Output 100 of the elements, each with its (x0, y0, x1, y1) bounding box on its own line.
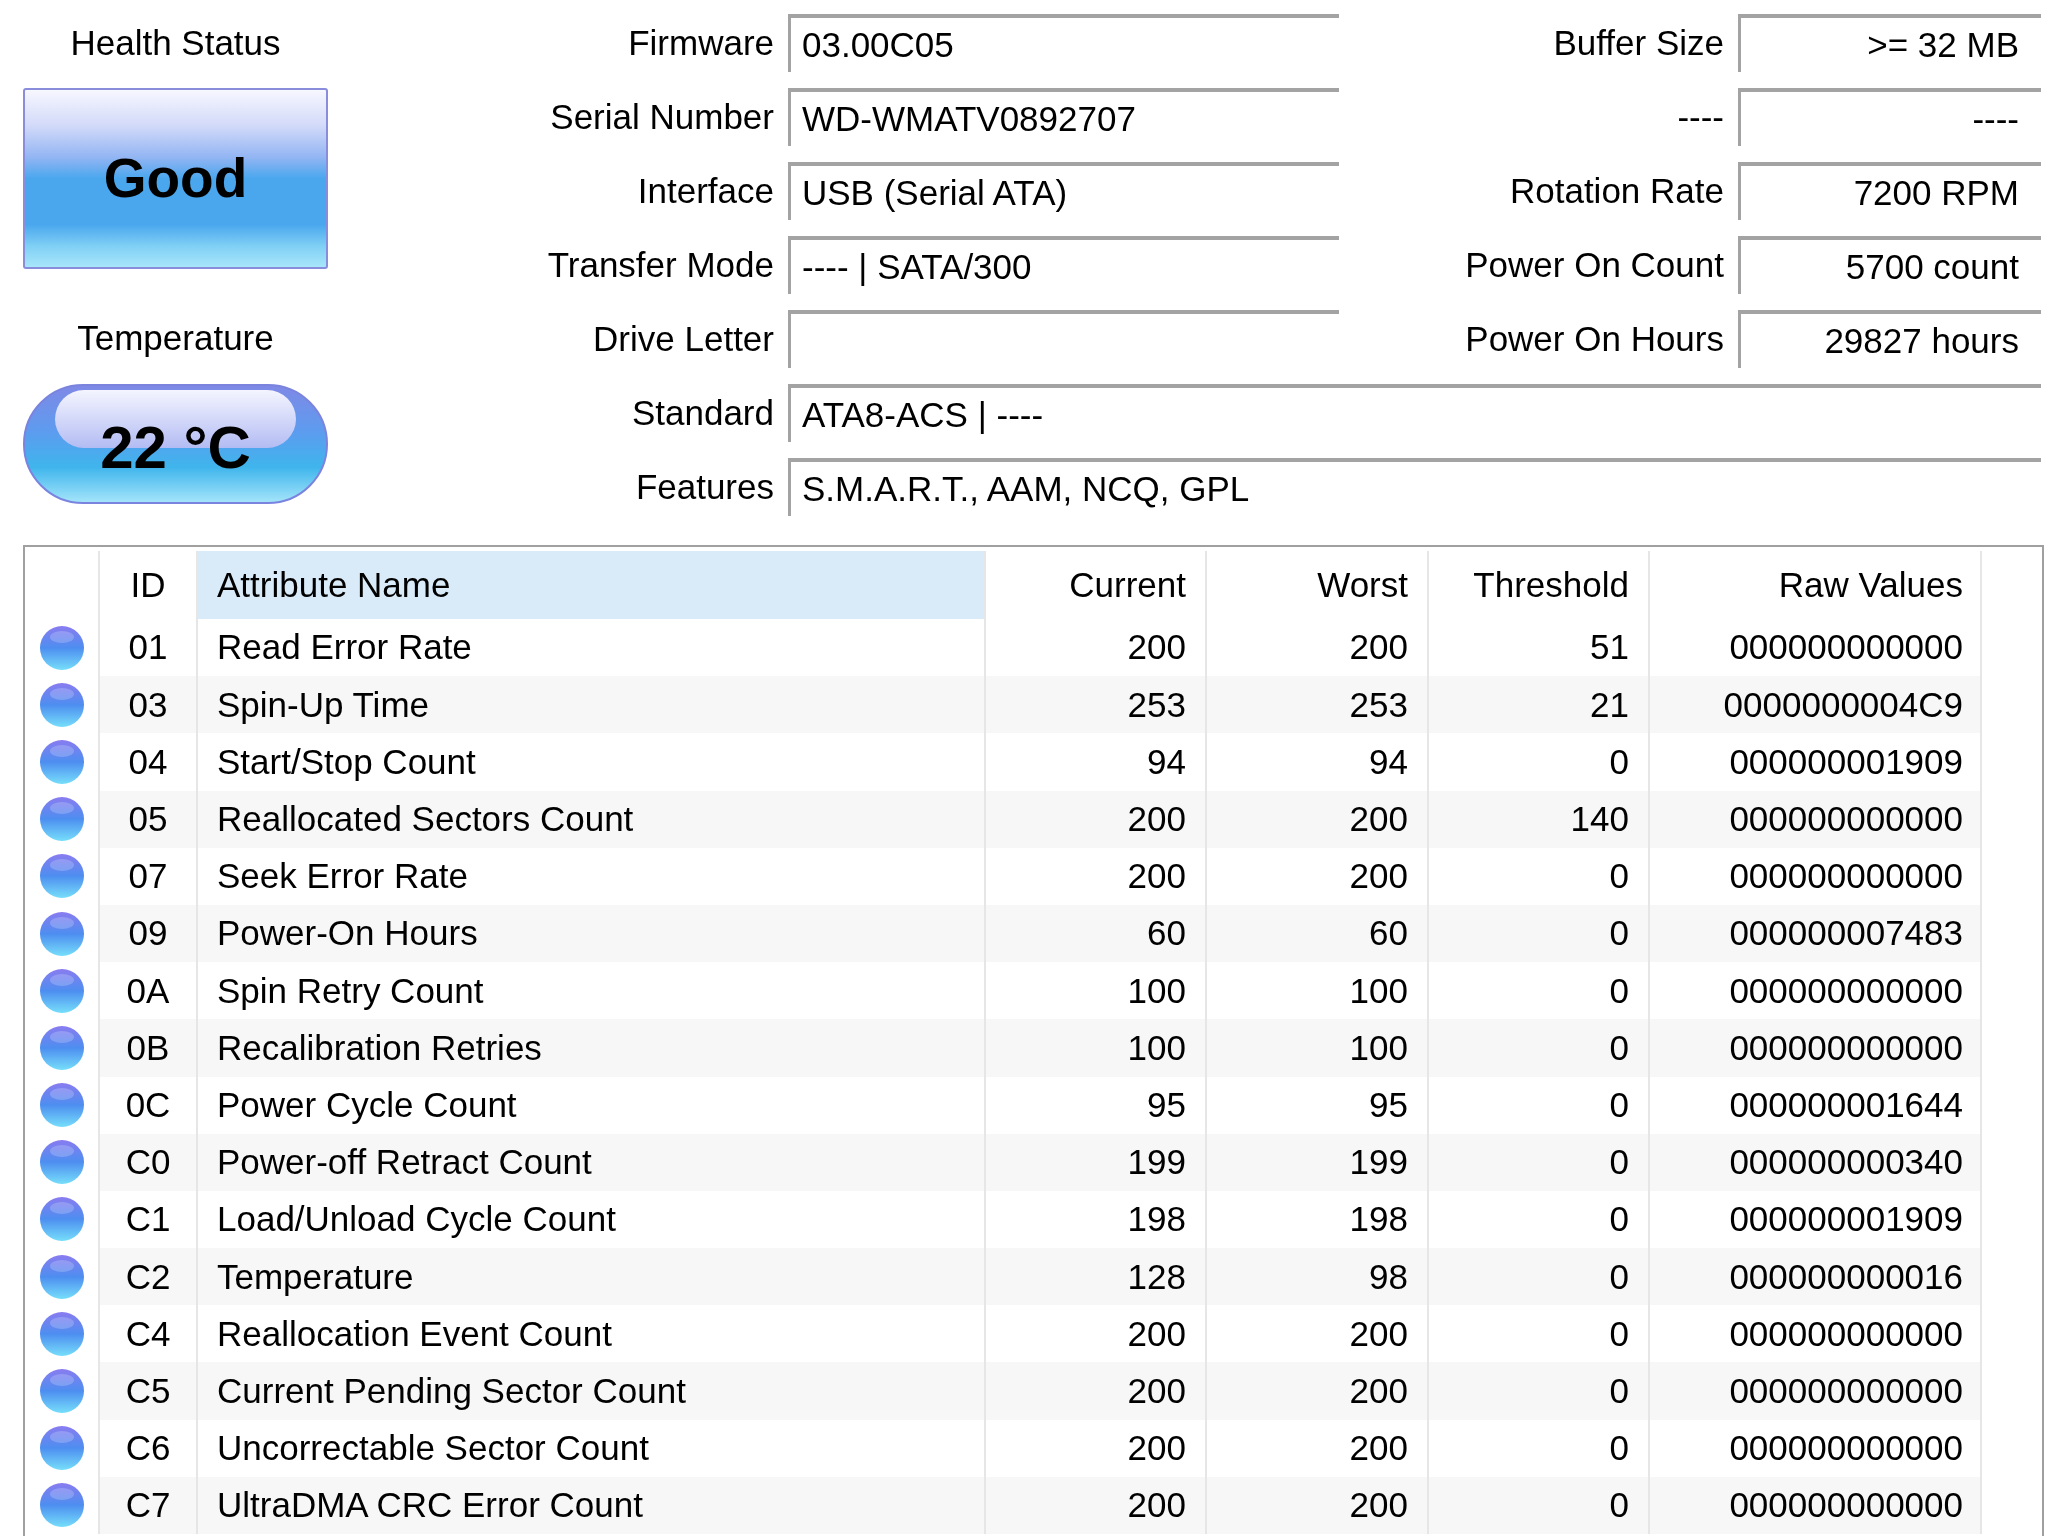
worst-value: 200 (1349, 1485, 1408, 1526)
value-field: WD-WMATV0892707 (788, 88, 1339, 146)
value-field: ATA8-ACS | ---- (788, 384, 2041, 442)
threshold-value: 0 (1609, 1428, 1629, 1469)
threshold-value: 0 (1609, 1370, 1629, 1412)
field-label: ---- (1677, 96, 1724, 138)
status-dot-icon (39, 1197, 84, 1242)
current-value: 200 (1127, 1313, 1186, 1354)
attribute-name: Start/Stop Count (217, 741, 476, 783)
attribute-name: Recalibration Retries (217, 1027, 542, 1069)
attribute-id: 07 (128, 856, 168, 897)
attribute-name: Temperature (217, 1256, 414, 1297)
status-dot-icon (39, 1426, 84, 1471)
raw-value: 0000000004C9 (1723, 684, 1963, 725)
status-dot-icon (39, 1140, 84, 1185)
worst-value: 200 (1349, 1428, 1408, 1469)
threshold-value: 0 (1609, 1142, 1629, 1183)
attribute-name: Power Cycle Count (217, 1084, 517, 1126)
field-label: Power On Hours (1465, 318, 1724, 360)
status-dot-icon (39, 625, 84, 670)
raw-value: 000000000000 (1729, 1485, 1963, 1526)
value-field: >= 32 MB (1738, 14, 2041, 72)
current-value: 128 (1127, 1256, 1186, 1297)
health-status-button[interactable]: Good (23, 88, 328, 269)
value-field: 29827 hours (1738, 310, 2041, 368)
value-field: ---- (1738, 88, 2041, 146)
raw-value: 000000001644 (1729, 1084, 1963, 1126)
worst-value: 98 (1369, 1256, 1408, 1297)
health-status-label: Health Status (70, 22, 281, 64)
worst-value: 198 (1349, 1199, 1408, 1240)
column-header[interactable]: Attribute Name (198, 551, 986, 619)
current-value: 200 (1127, 856, 1186, 897)
field-label: Buffer Size (1553, 22, 1724, 64)
threshold-value: 0 (1609, 1027, 1629, 1069)
threshold-value: 140 (1570, 799, 1629, 840)
raw-value: 000000000000 (1729, 799, 1963, 840)
worst-value: 100 (1349, 970, 1408, 1011)
status-dot-icon (39, 1311, 84, 1356)
field-label: Serial Number (550, 96, 774, 138)
status-dot-icon (39, 1254, 84, 1299)
threshold-value: 0 (1609, 1199, 1629, 1240)
worst-value: 95 (1369, 1084, 1408, 1126)
status-dot-icon (39, 1083, 84, 1128)
status-dot-icon (39, 911, 84, 956)
field-label: Transfer Mode (547, 244, 774, 286)
temperature-label: Temperature (77, 317, 274, 359)
status-dot-icon (39, 682, 84, 727)
attribute-id: 09 (128, 913, 168, 954)
threshold-value: 51 (1590, 627, 1629, 668)
threshold-value: 0 (1609, 970, 1629, 1011)
attribute-name: Spin Retry Count (217, 970, 484, 1011)
attribute-id: 03 (128, 684, 168, 725)
current-value: 198 (1127, 1199, 1186, 1240)
raw-value: 000000007483 (1729, 913, 1963, 954)
raw-value: 000000000000 (1729, 1370, 1963, 1412)
value-field: 7200 RPM (1738, 162, 2041, 220)
attribute-name: Current Pending Sector Count (217, 1370, 686, 1412)
attribute-id: 0B (126, 1027, 170, 1069)
current-value: 200 (1127, 1485, 1186, 1526)
field-label: Firmware (628, 22, 774, 64)
attribute-name: Read Error Rate (217, 627, 472, 668)
attribute-id: C0 (125, 1142, 171, 1183)
worst-value: 200 (1349, 799, 1408, 840)
attribute-id: C2 (125, 1256, 171, 1297)
value-field: S.M.A.R.T., AAM, NCQ, GPL (788, 458, 2041, 516)
field-label: Features (635, 466, 774, 508)
current-value: 94 (1147, 741, 1186, 783)
attribute-name: Spin-Up Time (217, 684, 430, 725)
threshold-value: 21 (1590, 684, 1629, 725)
threshold-value: 0 (1609, 1313, 1629, 1354)
field-label: Power On Count (1465, 244, 1724, 286)
threshold-value: 0 (1609, 741, 1629, 783)
attribute-name: Reallocation Event Count (217, 1313, 612, 1354)
attribute-id: C1 (125, 1199, 171, 1240)
raw-value: 000000000000 (1729, 1027, 1963, 1069)
attribute-id: 0A (126, 970, 170, 1011)
status-dot-icon (39, 1025, 84, 1070)
attribute-name: Load/Unload Cycle Count (217, 1199, 616, 1240)
raw-value: 000000001909 (1729, 1199, 1963, 1240)
temperature-button[interactable]: 22 °C (23, 384, 328, 504)
worst-value: 199 (1349, 1142, 1408, 1183)
raw-value: 000000000340 (1729, 1142, 1963, 1183)
field-label: Standard (631, 392, 774, 434)
attribute-id: 01 (128, 627, 168, 668)
threshold-value: 0 (1609, 1485, 1629, 1526)
field-label: Rotation Rate (1509, 170, 1724, 212)
status-dot-icon (39, 739, 84, 784)
worst-value: 200 (1349, 1370, 1408, 1412)
field-label: Drive Letter (593, 318, 774, 360)
raw-value: 000000000000 (1729, 856, 1963, 897)
worst-value: 60 (1369, 913, 1408, 954)
value-field: 5700 count (1738, 236, 2041, 294)
raw-value: 000000001909 (1729, 741, 1963, 783)
worst-value: 200 (1349, 1313, 1408, 1354)
raw-value: 000000000016 (1729, 1256, 1963, 1297)
raw-value: 000000000000 (1729, 1313, 1963, 1354)
attribute-id: 04 (128, 741, 168, 783)
threshold-value: 0 (1609, 1084, 1629, 1126)
status-dot-icon (39, 854, 84, 899)
current-value: 200 (1127, 799, 1186, 840)
